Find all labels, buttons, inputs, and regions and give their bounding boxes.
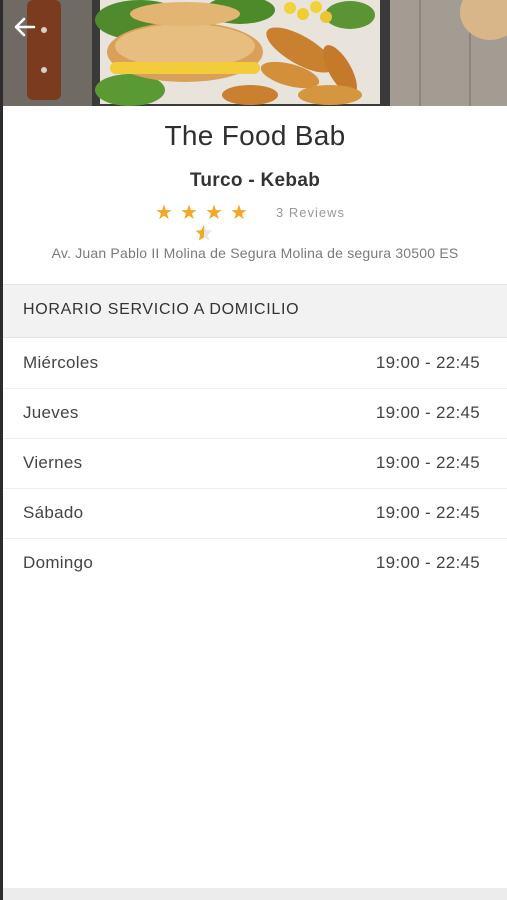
schedule-row: Domingo 19:00 - 22:45 [3, 539, 507, 589]
star-icon: ★ [180, 202, 198, 224]
schedule-row: Sábado 19:00 - 22:45 [3, 489, 507, 539]
hero-image [0, 0, 507, 106]
delivery-schedule-header: HORARIO SERVICIO A DOMICILIO [3, 284, 507, 338]
bottom-bar [3, 888, 507, 900]
schedule-row: Viernes 19:00 - 22:45 [3, 439, 507, 489]
rating-stars: ★ ★ ★ ★ [153, 202, 263, 242]
restaurant-category: Turco - Kebab [189, 170, 321, 191]
restaurant-address: Av. Juan Pablo II Molina de Segura Molin… [51, 245, 459, 261]
back-button[interactable] [14, 16, 50, 50]
schedule-day: Jueves [23, 403, 79, 422]
reviews-count[interactable]: 3 Reviews [276, 205, 345, 220]
arrow-left-icon [14, 17, 36, 37]
schedule-day: Sábado [23, 503, 84, 522]
half-star-icon [194, 223, 214, 243]
schedule-hours: 19:00 - 22:45 [375, 503, 480, 522]
schedule-day: Miércoles [23, 353, 99, 372]
schedule-list: Miércoles 19:00 - 22:45 Jueves 19:00 - 2… [3, 339, 507, 589]
schedule-day: Domingo [23, 553, 94, 572]
star-icon: ★ [155, 202, 173, 224]
restaurant-name: The Food Bab [164, 120, 346, 151]
schedule-row: Jueves 19:00 - 22:45 [3, 389, 507, 439]
screen-edge [0, 0, 3, 900]
food-photo [0, 0, 507, 106]
schedule-row: Miércoles 19:00 - 22:45 [3, 339, 507, 389]
schedule-day: Viernes [23, 453, 83, 472]
schedule-hours: 19:00 - 22:45 [375, 453, 480, 472]
star-icon: ★ [230, 202, 248, 224]
section-title: HORARIO SERVICIO A DOMICILIO [23, 301, 300, 318]
schedule-hours: 19:00 - 22:45 [375, 403, 480, 422]
schedule-hours: 19:00 - 22:45 [375, 553, 480, 572]
star-icon: ★ [205, 202, 223, 224]
schedule-hours: 19:00 - 22:45 [375, 353, 480, 372]
